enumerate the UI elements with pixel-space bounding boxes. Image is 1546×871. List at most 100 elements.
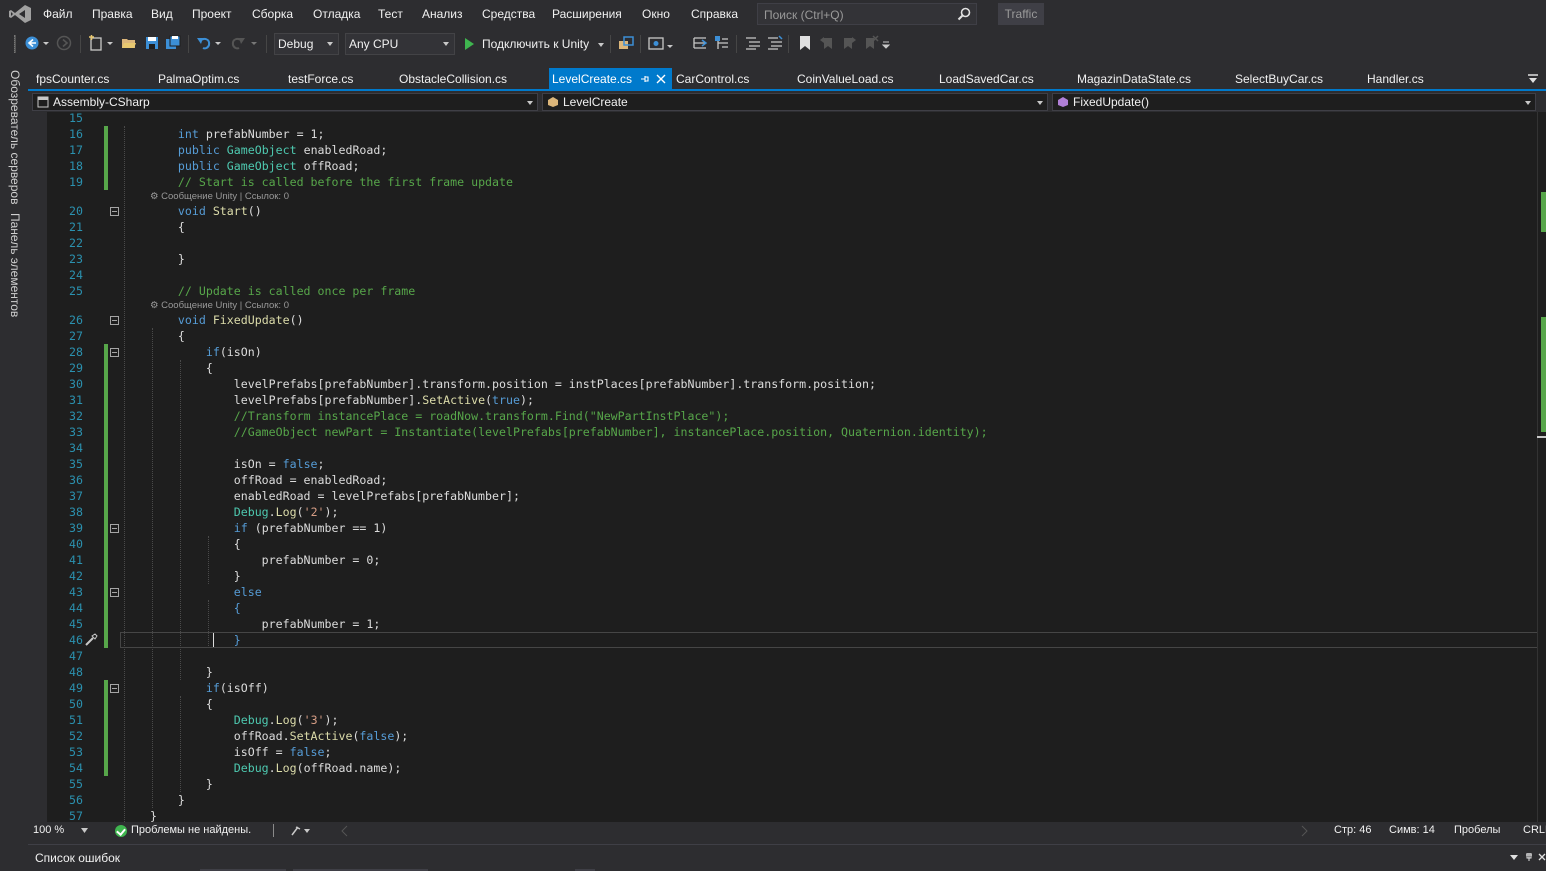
menu-debug[interactable]: Отладка [313, 7, 360, 21]
screenshot-icon[interactable] [648, 35, 664, 51]
tab-fpscounter[interactable]: fpsCounter.cs [36, 68, 109, 90]
tab-testforce[interactable]: testForce.cs [288, 68, 353, 90]
code-text[interactable]: } [150, 776, 213, 792]
code-line[interactable]: 31 levelPrefabs[prefabNumber].SetActive(… [28, 392, 1536, 408]
code-line[interactable]: 21 { [28, 219, 1536, 235]
error-list-title[interactable]: Список ошибок [35, 851, 120, 865]
panel-dropdown-icon[interactable] [1510, 853, 1518, 861]
platform-select[interactable]: Any CPU [345, 33, 455, 55]
code-text[interactable]: } [150, 632, 241, 648]
code-line[interactable]: 19 // Start is called before the first f… [28, 174, 1536, 190]
indent-mode[interactable]: Пробелы [1454, 824, 1500, 836]
tab-palmaoptim[interactable]: PalmaOptim.cs [158, 68, 239, 90]
menu-extensions[interactable]: Расширения [552, 7, 622, 21]
previous-bookmark-icon[interactable] [819, 35, 835, 51]
chevron-down-icon[interactable] [598, 43, 604, 47]
redo-dropdown-icon[interactable] [250, 35, 258, 51]
code-text[interactable]: } [150, 251, 185, 267]
code-text[interactable]: levelPrefabs[prefabNumber].SetActive(tru… [150, 392, 534, 408]
code-text[interactable]: Debug.Log(offRoad.name); [150, 760, 402, 776]
code-text[interactable]: } [150, 808, 157, 822]
menu-view[interactable]: Вид [151, 7, 173, 21]
code-text[interactable]: offRoad = enabledRoad; [150, 472, 388, 488]
code-text[interactable]: isOn = false; [150, 456, 325, 472]
new-project-icon[interactable] [88, 35, 104, 51]
code-line[interactable]: 48 } [28, 664, 1536, 680]
close-icon[interactable] [1538, 853, 1546, 861]
code-line[interactable]: 17 public GameObject enabledRoad; [28, 142, 1536, 158]
step-over-icon[interactable] [714, 35, 730, 51]
scroll-right-icon[interactable] [1300, 825, 1308, 837]
code-line[interactable]: 16 int prefabNumber = 1; [28, 126, 1536, 142]
code-text[interactable]: Debug.Log('2'); [150, 504, 339, 520]
menu-help[interactable]: Справка [691, 7, 738, 21]
server-explorer-tab[interactable]: Обозреватель серверов [8, 70, 22, 204]
search-icon[interactable] [957, 7, 971, 21]
next-bookmark-icon[interactable] [841, 35, 857, 51]
code-line[interactable]: 23 } [28, 251, 1536, 267]
save-icon[interactable] [144, 35, 160, 51]
code-text[interactable]: { [150, 360, 213, 376]
code-text[interactable]: if (prefabNumber == 1) [150, 520, 388, 536]
code-text[interactable]: void Start() [150, 203, 262, 219]
line-endings[interactable]: CRLF [1523, 824, 1546, 836]
screenshot-dropdown-icon[interactable] [666, 35, 674, 51]
attach-process-icon[interactable] [618, 35, 634, 51]
code-text[interactable]: { [150, 536, 241, 552]
code-lens-text[interactable]: ⚙ Сообщение Unity | Ссылок: 0 [150, 190, 289, 203]
code-line[interactable]: 56 } [28, 792, 1536, 808]
code-text[interactable]: //GameObject newPart = Instantiate(level… [150, 424, 988, 440]
code-line[interactable]: 30 levelPrefabs[prefabNumber].transform.… [28, 376, 1536, 392]
code-line[interactable]: 54 Debug.Log(offRoad.name); [28, 760, 1536, 776]
zoom-dropdown-icon[interactable] [81, 828, 88, 833]
code-cleanup-icon[interactable] [290, 825, 312, 837]
new-dropdown-icon[interactable] [106, 35, 114, 51]
code-line[interactable]: 37 enabledRoad = levelPrefabs[prefabNumb… [28, 488, 1536, 504]
code-line[interactable]: 26 void FixedUpdate() [28, 312, 1536, 328]
toolbox-tab[interactable]: Панель элементов [8, 213, 22, 317]
menu-tools[interactable]: Средства [482, 7, 535, 21]
project-select[interactable]: Assembly-CSharp [32, 93, 538, 111]
uncomment-lines-icon[interactable] [767, 35, 783, 51]
code-text[interactable]: prefabNumber = 0; [150, 552, 381, 568]
back-dropdown-icon[interactable] [42, 35, 50, 51]
undo-icon[interactable] [196, 35, 212, 51]
menu-edit[interactable]: Правка [92, 7, 133, 21]
code-line[interactable]: 22 [28, 235, 1536, 251]
code-line[interactable]: 35 isOn = false; [28, 456, 1536, 472]
redo-icon[interactable] [230, 35, 246, 51]
code-line[interactable]: 49 if(isOff) [28, 680, 1536, 696]
code-text[interactable]: if(isOn) [150, 344, 262, 360]
code-line[interactable]: 20 void Start() [28, 203, 1536, 219]
tab-carcontrol[interactable]: CarControl.cs [676, 68, 749, 90]
code-line[interactable]: 24 [28, 267, 1536, 283]
pin-icon[interactable] [1525, 853, 1533, 861]
comment-lines-icon[interactable] [745, 35, 761, 51]
code-line[interactable]: 39 if (prefabNumber == 1) [28, 520, 1536, 536]
code-line[interactable]: 47 [28, 648, 1536, 664]
class-select[interactable]: LevelCreate [542, 93, 1048, 111]
back-icon[interactable] [24, 35, 40, 51]
code-lens[interactable]: ⚙ Сообщение Unity | Ссылок: 0 [28, 299, 1536, 312]
code-line[interactable]: 28 if(isOn) [28, 344, 1536, 360]
code-text[interactable]: public GameObject offRoad; [150, 158, 360, 174]
tab-loadsavedcar[interactable]: LoadSavedCar.cs [939, 68, 1034, 90]
code-text[interactable]: void FixedUpdate() [150, 312, 304, 328]
toolbar-overflow-icon[interactable] [882, 35, 890, 51]
code-line[interactable]: 29 { [28, 360, 1536, 376]
code-line[interactable]: 45 prefabNumber = 1; [28, 616, 1536, 632]
code-line[interactable]: 25 // Update is called once per frame [28, 283, 1536, 299]
zoom-level[interactable]: 100 % [33, 824, 64, 836]
code-text[interactable]: { [150, 328, 185, 344]
code-editor[interactable]: 15 16 int prefabNumber = 1; 17 public Game… [28, 112, 1546, 822]
code-text[interactable]: if(isOff) [150, 680, 269, 696]
tab-levelcreate[interactable]: LevelCreate.cs [549, 68, 672, 90]
code-text[interactable]: } [150, 568, 241, 584]
code-line[interactable]: 40 { [28, 536, 1536, 552]
code-text[interactable]: // Update is called once per frame [150, 283, 415, 299]
code-text[interactable]: } [150, 792, 185, 808]
bookmark-icon[interactable] [797, 35, 813, 51]
code-line[interactable]: 55 } [28, 776, 1536, 792]
scroll-left-icon[interactable] [341, 825, 349, 837]
tab-coinvalueload[interactable]: CoinValueLoad.cs [797, 68, 894, 90]
